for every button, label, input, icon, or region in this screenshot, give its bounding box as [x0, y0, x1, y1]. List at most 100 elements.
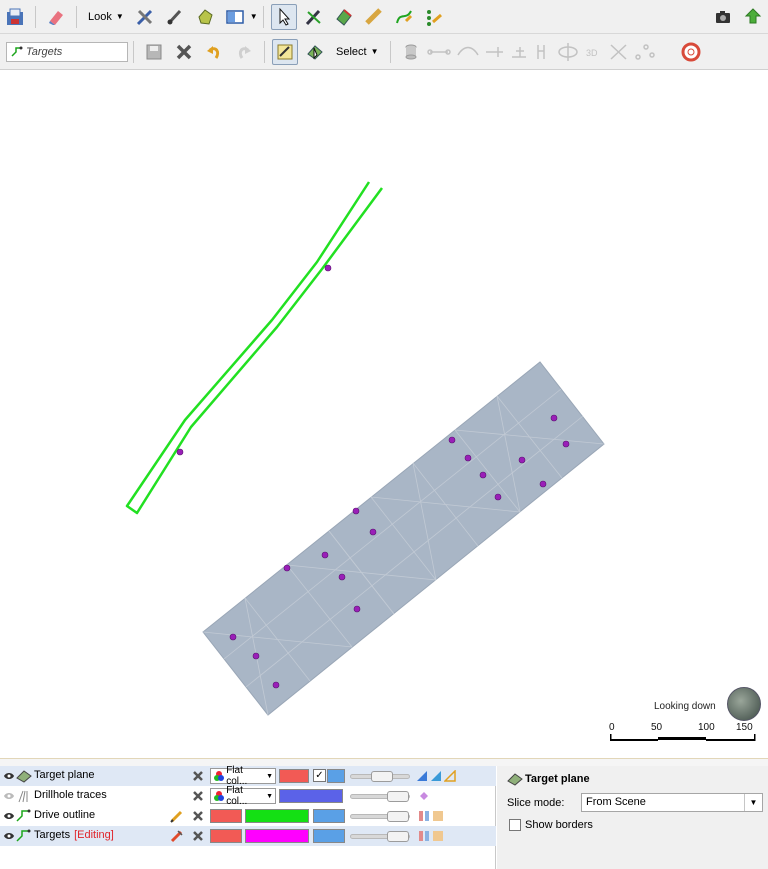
- layers-panel: Target plane Flat col... ▼ ✓ Drillhole tr…: [0, 765, 496, 869]
- line-color-swatch[interactable]: [245, 809, 309, 823]
- target-point[interactable]: [252, 652, 260, 660]
- label-icon[interactable]: [432, 830, 444, 842]
- target-point[interactable]: [272, 681, 280, 689]
- slider-knob[interactable]: [371, 771, 393, 782]
- target-point[interactable]: [229, 633, 237, 641]
- redo-icon[interactable]: [231, 39, 257, 65]
- layout-icon[interactable]: [222, 4, 248, 30]
- compass-icon[interactable]: [727, 687, 761, 721]
- remove-icon[interactable]: [192, 810, 204, 822]
- target-point[interactable]: [539, 480, 547, 488]
- target-point[interactable]: [494, 493, 502, 501]
- target-point[interactable]: [448, 436, 456, 444]
- color-swatch[interactable]: [210, 809, 242, 823]
- arc-icon: [456, 46, 479, 55]
- target-plane-mesh[interactable]: [202, 361, 605, 716]
- line-color-swatch[interactable]: [245, 829, 309, 843]
- point-color-swatch[interactable]: [313, 829, 345, 843]
- eye-icon[interactable]: [3, 810, 14, 821]
- remove-icon[interactable]: [192, 790, 204, 802]
- target-point[interactable]: [352, 507, 360, 515]
- remove-icon[interactable]: [192, 770, 204, 782]
- pointer-icon[interactable]: [270, 3, 297, 30]
- slider-knob[interactable]: [387, 831, 409, 842]
- target-point[interactable]: [176, 448, 184, 456]
- select-dropdown[interactable]: Select ▼: [330, 40, 385, 64]
- vertex-icon[interactable]: [418, 830, 430, 842]
- brush-icon[interactable]: [162, 4, 188, 30]
- point-color-swatch[interactable]: [313, 809, 345, 823]
- help-icon[interactable]: [678, 39, 704, 65]
- layer-row-targets[interactable]: Targets [Editing]: [0, 826, 496, 846]
- target-point[interactable]: [353, 605, 361, 613]
- target-point[interactable]: [283, 564, 291, 572]
- target-point[interactable]: [562, 440, 570, 448]
- scene-canvas[interactable]: [0, 70, 768, 758]
- backface-color-swatch[interactable]: [327, 769, 345, 783]
- target-point[interactable]: [518, 456, 526, 464]
- export-icon[interactable]: [740, 4, 766, 30]
- edit-pencil-icon[interactable]: [170, 809, 184, 823]
- points-icon[interactable]: [421, 4, 447, 30]
- color-mode-select[interactable]: Flat col... ▼: [210, 765, 276, 787]
- select-mode-icon[interactable]: [302, 39, 328, 65]
- ruler-icon[interactable]: [361, 4, 387, 30]
- edit-mode-icon[interactable]: [272, 38, 298, 65]
- layer-row-drillhole-traces[interactable]: Drillhole traces Flat col... ▼: [0, 785, 496, 807]
- rotate-icon: [557, 42, 578, 61]
- opacity-slider[interactable]: [350, 771, 410, 782]
- target-point[interactable]: [321, 551, 329, 559]
- target-point[interactable]: [464, 454, 472, 462]
- color-mode-select[interactable]: Flat col... ▼: [210, 785, 276, 807]
- slice-mode-select[interactable]: From Scene ▼: [581, 793, 763, 812]
- style-icon[interactable]: [418, 790, 430, 802]
- scene-viewport[interactable]: Looking down 0 50 100 150: [0, 70, 768, 758]
- slider-knob[interactable]: [387, 791, 409, 802]
- pencil-icon[interactable]: [301, 4, 327, 30]
- look-dropdown[interactable]: Look ▼: [82, 5, 130, 29]
- lighting-icon[interactable]: [430, 770, 442, 782]
- target-point[interactable]: [369, 528, 377, 536]
- backface-checkbox[interactable]: ✓: [313, 769, 326, 782]
- polygon-icon[interactable]: [192, 4, 218, 30]
- targets-field[interactable]: Targets: [6, 41, 128, 62]
- tools-icon[interactable]: [132, 4, 158, 30]
- target-point[interactable]: [550, 414, 558, 422]
- editing-pencil-icon[interactable]: [170, 829, 184, 843]
- drive-outline[interactable]: [125, 181, 384, 515]
- wireframe-icon[interactable]: [444, 770, 456, 782]
- eye-icon[interactable]: [3, 830, 14, 841]
- camera-icon[interactable]: [710, 4, 736, 30]
- surface-icon[interactable]: [331, 4, 357, 30]
- target-point[interactable]: [324, 264, 332, 272]
- vertex-icon[interactable]: [418, 810, 430, 822]
- target-point[interactable]: [338, 573, 346, 581]
- eye-icon[interactable]: [3, 770, 14, 781]
- label-icon[interactable]: [432, 810, 444, 822]
- eraser-icon[interactable]: [43, 4, 69, 30]
- panel-splitter[interactable]: [0, 758, 768, 766]
- polyline-icon[interactable]: [391, 4, 417, 30]
- layer-row-target-plane[interactable]: Target plane Flat col... ▼ ✓: [0, 765, 496, 787]
- chevron-down-icon[interactable]: ▼: [250, 12, 258, 21]
- save-icon[interactable]: [141, 39, 167, 65]
- undo-icon[interactable]: [201, 39, 227, 65]
- color-swatch[interactable]: [279, 789, 343, 803]
- scale-label: 50: [651, 722, 663, 733]
- cylinder-icon: [398, 39, 424, 65]
- opacity-slider[interactable]: [350, 811, 410, 822]
- layer-row-drive-outline[interactable]: Drive outline: [0, 806, 496, 826]
- eye-icon[interactable]: [3, 790, 14, 801]
- chevron-down-icon[interactable]: ▼: [744, 794, 762, 811]
- target-point[interactable]: [479, 471, 487, 479]
- shading-icon[interactable]: [416, 770, 428, 782]
- color-swatch[interactable]: [279, 769, 309, 783]
- remove-icon[interactable]: [192, 830, 204, 842]
- discard-icon[interactable]: [171, 39, 197, 65]
- color-swatch[interactable]: [210, 829, 242, 843]
- slider-knob[interactable]: [387, 811, 409, 822]
- opacity-slider[interactable]: [350, 791, 410, 802]
- opacity-slider[interactable]: [350, 831, 410, 842]
- show-borders-checkbox[interactable]: [509, 819, 521, 831]
- save-view-icon[interactable]: [2, 4, 28, 30]
